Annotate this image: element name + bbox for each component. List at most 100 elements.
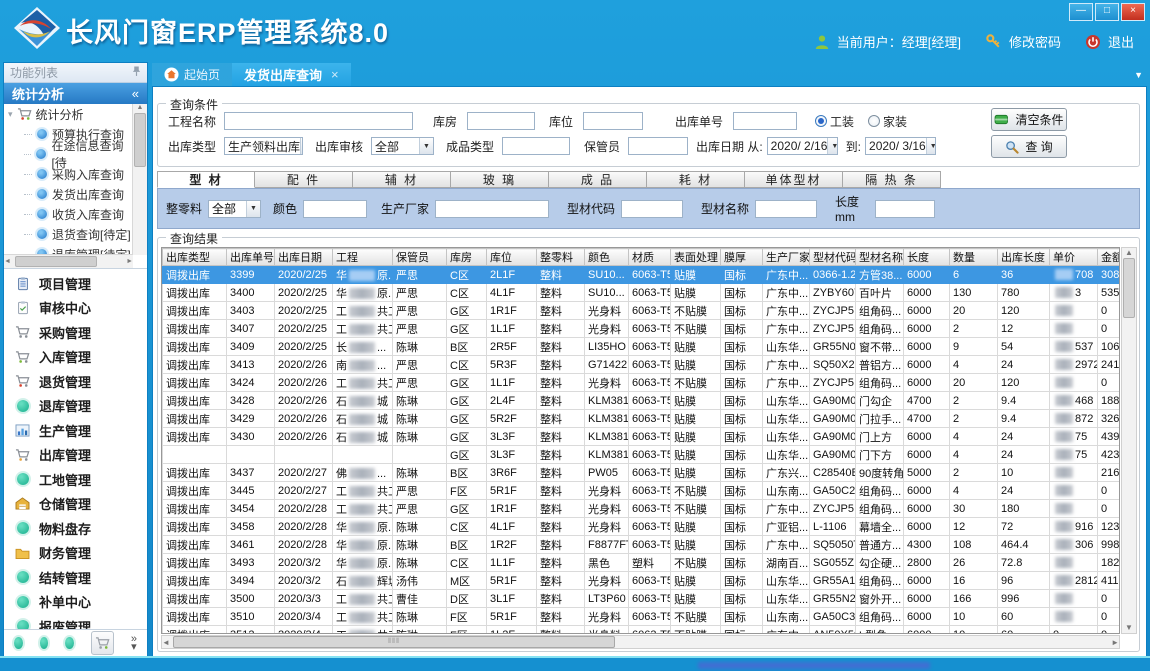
product-type-input[interactable] [502,137,570,155]
table-row[interactable]: 调拨出库34302020/2/26石城陈琳G区3L3F整料KLM38176063… [163,428,1121,446]
column-header[interactable]: 保管员 [393,249,447,266]
color-input[interactable] [303,200,367,218]
table-row[interactable]: 调拨出库34092020/2/25长...陈琳B区2R5F整料LI35HO606… [163,338,1121,356]
table-row[interactable]: 调拨出库33992020/2/25华原...严思C区2L1F整料SU10...6… [163,266,1121,284]
quick-dot-icon[interactable] [40,637,49,649]
column-header[interactable]: 数量 [950,249,998,266]
table-row[interactable]: 调拨出库34942020/3/2石辉城汤伟M区5R1F整料光身料6063-T5贴… [163,572,1121,590]
table-row[interactable]: G区3L3F整料KLM38176063-T5贴膜国标山东华...GA90M09.… [163,446,1121,464]
column-header[interactable]: 出库长度 [998,249,1050,266]
sidebar-module-退货管理[interactable]: 退货管理 [4,369,147,394]
column-header[interactable]: 型材代码 [810,249,856,266]
table-row[interactable]: 调拨出库34282020/2/26石城陈琳G区2L4F整料KLM38176063… [163,392,1121,410]
radio-home[interactable] [868,115,880,127]
column-header[interactable]: 表面处理 [671,249,721,266]
scrollbar-thumb[interactable] [134,113,146,167]
scroll-left-arrow-icon[interactable]: ◄ [162,638,170,647]
material-tab[interactable]: 隔 热 条 [843,171,941,188]
sidebar-module-财务管理[interactable]: 财务管理 [4,541,147,566]
sidebar-module-工地管理[interactable]: 工地管理 [4,467,147,492]
collapse-icon[interactable]: « [132,86,139,101]
table-row[interactable]: 调拨出库34542020/2/28工共工程严思G区1R1F整料光身料6063-T… [163,500,1121,518]
location-input[interactable] [583,112,643,130]
length-input[interactable] [875,200,935,218]
tree-item[interactable]: 收货入库查询 [4,204,133,224]
table-row[interactable]: 调拨出库34612020/2/28华原...陈琳B区1R2F整料F8877FT6… [163,536,1121,554]
sidebar-module-生产管理[interactable]: 生产管理 [4,418,147,443]
scroll-right-arrow-icon[interactable]: ► [1111,638,1119,647]
keeper-input[interactable] [628,137,688,155]
tab-home[interactable]: 起始页 [152,63,232,86]
close-button[interactable]: × [1121,3,1145,21]
column-header[interactable]: 材质 [629,249,671,266]
pin-icon[interactable] [132,65,141,80]
radio-industrial[interactable] [815,115,827,127]
column-header[interactable]: 长度 [904,249,950,266]
search-button[interactable]: 查 询 [991,135,1067,158]
table-row[interactable]: 调拨出库34132020/2/26南...严思C区5R3F整料G71422606… [163,356,1121,374]
sidebar-module-入库管理[interactable]: 入库管理 [4,345,147,370]
table-row[interactable]: 调拨出库34932020/3/2华原...陈琳C区1L1F整料黑色塑料不贴膜国标… [163,554,1121,572]
column-header[interactable]: 膜厚 [721,249,763,266]
material-tab[interactable]: 辅 材 [353,171,451,188]
expander-icon[interactable]: ▾ [8,109,13,120]
name-input[interactable] [755,200,817,218]
scrollbar-thumb[interactable] [1123,258,1135,318]
sidebar-module-仓储管理[interactable]: 仓储管理 [4,492,147,517]
sidebar-module-出库管理[interactable]: 出库管理 [4,443,147,468]
order-no-input[interactable] [733,112,797,130]
column-header[interactable]: 型材名称 [856,249,904,266]
sidebar-group-header[interactable]: 统计分析 « [4,83,147,104]
audit-select[interactable]: 全部▼ [371,137,434,155]
column-header[interactable]: 整零料 [537,249,585,266]
sidebar-module-退库管理[interactable]: 退库管理 [4,394,147,419]
column-header[interactable]: 库位 [487,249,537,266]
tree-item[interactable]: 采购入库查询 [4,164,133,184]
sidebar-module-物料盘存[interactable]: 物料盘存 [4,516,147,541]
table-row[interactable]: 调拨出库34072020/2/25工共工程严思G区1L1F整料光身料6063-T… [163,320,1121,338]
tree-vertical-scrollbar[interactable]: ▲ [132,104,147,255]
sidebar-module-审核中心[interactable]: 审核中心 [4,296,147,321]
maker-input[interactable] [435,200,549,218]
table-row[interactable]: 调拨出库34292020/2/26石城陈琳G区5R2F整料KLM38176063… [163,410,1121,428]
clear-conditions-button[interactable]: 清空条件 [991,108,1067,131]
whole-select[interactable]: 全部▼ [208,200,261,218]
minimize-button[interactable]: — [1069,3,1093,21]
scroll-right-arrow-icon[interactable]: ► [126,258,133,265]
table-row[interactable]: 调拨出库34032020/2/25工共工程严思G区1R1F整料光身料6063-T… [163,302,1121,320]
change-password-link[interactable]: 修改密码 [1009,32,1061,51]
table-row[interactable]: 调拨出库35102020/3/4工共工程陈琳F区5R1F整料光身料6063-T5… [163,608,1121,626]
column-header[interactable]: 出库类型 [163,249,227,266]
sidebar-module-项目管理[interactable]: 项目管理 [4,271,147,296]
column-header[interactable]: 工程 [333,249,393,266]
table-row[interactable]: 调拨出库35002020/3/3工共工程曹佳D区3L1F整料LT3P606063… [163,590,1121,608]
material-tab[interactable]: 型 材 [157,171,255,188]
sidebar-module-报废管理[interactable]: 报废管理 [4,614,147,629]
tree-item[interactable]: 发货出库查询 [4,184,133,204]
column-header[interactable]: 生产厂家 [763,249,810,266]
table-row[interactable]: 调拨出库34242020/2/26工共工程严思G区1L1F整料光身料6063-T… [163,374,1121,392]
scroll-left-arrow-icon[interactable]: ◄ [4,258,11,265]
code-input[interactable] [621,200,683,218]
cart-toolbar-button[interactable] [91,631,114,655]
column-header[interactable]: 金额 [1098,249,1121,266]
column-header[interactable]: 颜色 [585,249,629,266]
material-tab[interactable]: 玻 璃 [451,171,549,188]
column-header[interactable]: 单价 [1050,249,1098,266]
quick-dot-icon[interactable] [14,637,23,649]
tab-active[interactable]: 发货出库查询 × [232,63,351,86]
material-tab[interactable]: 耗 材 [647,171,745,188]
out-type-select[interactable]: 生产领料出库▼ [224,137,303,155]
table-row[interactable]: 调拨出库34582020/2/28华原...陈琳C区4L1F整料光身料6063-… [163,518,1121,536]
maximize-button[interactable]: □ [1095,3,1119,21]
column-header[interactable]: 出库日期 [275,249,333,266]
material-tab[interactable]: 单体型材 [745,171,843,188]
warehouse-input[interactable] [467,112,535,130]
table-row[interactable]: 调拨出库34002020/2/25华原...严思C区4L1F整料SU10...6… [163,284,1121,302]
sidebar-module-结转管理[interactable]: 结转管理 [4,565,147,590]
results-horizontal-scrollbar[interactable]: ◄⦀⦀⦀► [161,635,1120,649]
material-tab[interactable]: 成 品 [549,171,647,188]
project-name-input[interactable] [224,112,413,130]
table-row[interactable]: 调拨出库34452020/2/27工共工程严思F区5R1F整料光身料6063-T… [163,482,1121,500]
column-header[interactable]: 出库单号 [227,249,275,266]
